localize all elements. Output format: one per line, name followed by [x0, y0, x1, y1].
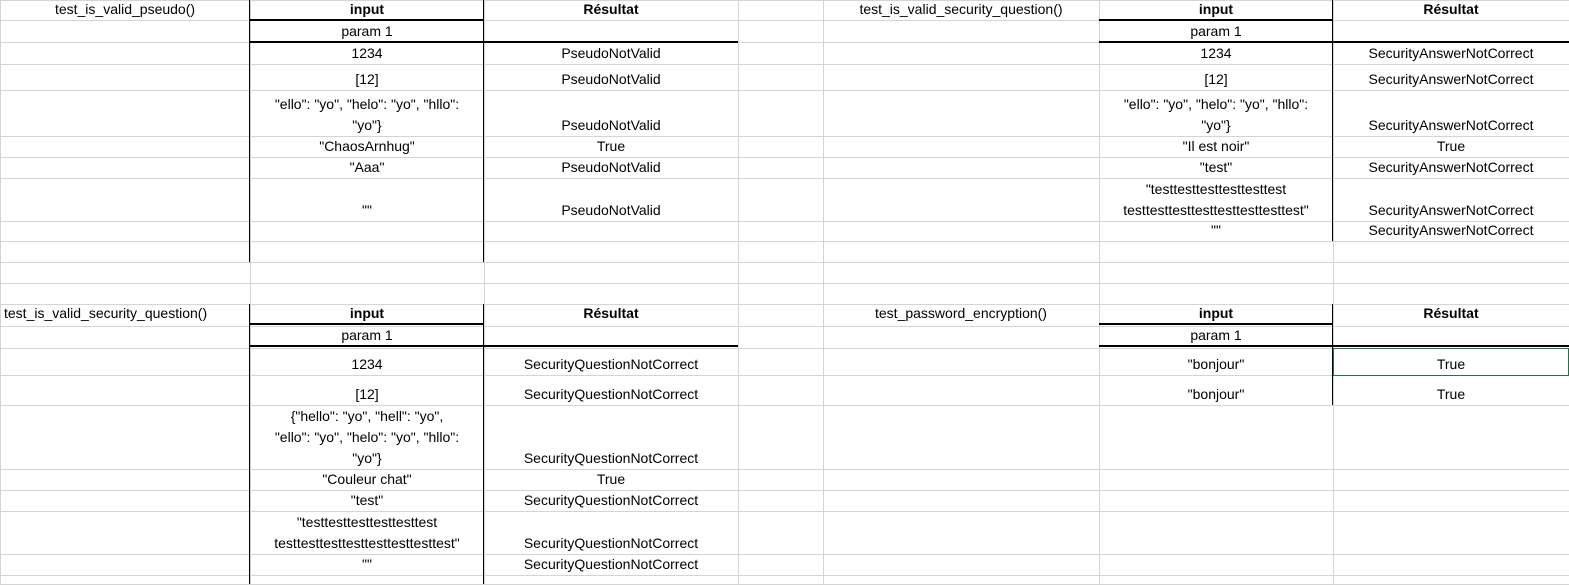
input-line: 1234 [1200, 45, 1232, 61]
input-cell[interactable]: "test" [1099, 157, 1333, 178]
spreadsheet-grid[interactable]: test_is_valid_pseudo() input Résultat param… [0, 0, 1569, 585]
gridline-col [738, 0, 739, 584]
input-cell[interactable]: "ello": "yo", "helo": "yo", "hllo": "yo"} [1099, 90, 1333, 136]
result-cell[interactable]: True [1333, 375, 1569, 405]
result-cell[interactable]: True [1333, 136, 1569, 157]
input-line: "bonjour" [1187, 356, 1245, 372]
result-cell[interactable]: PseudoNotValid [484, 64, 738, 90]
input-cell[interactable]: "testtesttesttesttesttest testtesttesttes… [1099, 178, 1333, 221]
input-cell[interactable]: [12] [1099, 64, 1333, 90]
input-cell[interactable]: "" [250, 178, 484, 221]
header-input[interactable]: input [1099, 0, 1333, 20]
input-cell[interactable]: "Il est noir" [1099, 136, 1333, 157]
result-cell[interactable]: SecurityAnswerNotCorrect [1333, 42, 1569, 64]
result-cell[interactable]: SecurityQuestionNotCorrect [484, 375, 738, 405]
input-line: "testtesttesttesttesttest [1145, 181, 1287, 197]
result-cell[interactable]: PseudoNotValid [484, 178, 738, 221]
table-title[interactable]: test_is_valid_security_question() [0, 304, 254, 324]
gridline-col [823, 0, 824, 584]
input-line: "yo"} [352, 450, 382, 466]
input-cell[interactable]: "" [1099, 221, 1333, 241]
border-header-bottom [250, 19, 484, 21]
input-cell[interactable]: [12] [250, 64, 484, 90]
input-cell[interactable]: "bonjour" [1099, 375, 1333, 405]
border-param-bottom [1099, 345, 1569, 347]
border-header-bottom [1099, 19, 1333, 21]
header-param[interactable]: param 1 [1099, 20, 1333, 42]
table-title[interactable]: test_is_valid_security_question() [823, 0, 1099, 20]
input-line: [12] [1204, 71, 1228, 87]
result-cell[interactable]: SecurityAnswerNotCorrect [1333, 64, 1569, 90]
input-cell[interactable]: [12] [250, 375, 484, 405]
result-cell[interactable]: True [484, 136, 738, 157]
header-input[interactable]: input [1099, 304, 1333, 324]
input-line: "bonjour" [1187, 386, 1245, 402]
input-cell[interactable]: 1234 [1099, 42, 1333, 64]
input-line: "" [362, 202, 372, 218]
input-line: "Couleur chat" [322, 471, 412, 487]
input-line: "ello": "yo", "helo": "yo", "hllo": [1123, 96, 1309, 112]
result-cell[interactable]: SecurityQuestionNotCorrect [484, 490, 738, 511]
header-result[interactable]: Résultat [1333, 0, 1569, 20]
input-cell[interactable]: "ChaosArnhug" [250, 136, 484, 157]
header-param[interactable]: param 1 [250, 20, 484, 42]
result-cell[interactable]: PseudoNotValid [484, 90, 738, 136]
input-line: "Aaa" [349, 159, 385, 175]
input-cell[interactable]: 1234 [250, 42, 484, 64]
gridline-col [0, 0, 1, 584]
input-cell[interactable]: {"hello": "yo", "hell": "yo", "ello": "yo… [250, 405, 484, 469]
input-cell[interactable]: "Aaa" [250, 157, 484, 178]
result-cell[interactable]: SecurityAnswerNotCorrect [1333, 157, 1569, 178]
table-title[interactable]: test_password_encryption() [823, 304, 1099, 324]
input-cell[interactable]: "" [250, 554, 484, 575]
table-title[interactable]: test_is_valid_pseudo() [0, 0, 250, 20]
result-cell[interactable]: SecurityQuestionNotCorrect [484, 554, 738, 575]
input-line: "ello": "yo", "helo": "yo", "hllo": [274, 429, 460, 445]
input-line: 1234 [351, 356, 383, 372]
selected-cell-outline [1333, 348, 1569, 376]
input-line: "ello": "yo", "helo": "yo", "hllo": [274, 96, 460, 112]
result-cell[interactable]: PseudoNotValid [484, 157, 738, 178]
border-header-bottom [1099, 323, 1333, 325]
header-result[interactable]: Résultat [1333, 304, 1569, 324]
input-line: "Il est noir" [1182, 138, 1250, 154]
border-header-bottom [250, 323, 484, 325]
header-result[interactable]: Résultat [484, 304, 738, 324]
input-line: 1234 [351, 45, 383, 61]
header-input[interactable]: input [250, 304, 484, 324]
input-line: testtesttesttesttesttesttesttest" [1123, 202, 1309, 218]
result-cell[interactable]: SecurityQuestionNotCorrect [484, 348, 738, 375]
input-cell[interactable]: 1234 [250, 348, 484, 375]
header-param[interactable]: param 1 [250, 324, 484, 346]
input-line: testtesttesttesttesttesttesttest" [274, 535, 460, 551]
result-cell[interactable]: PseudoNotValid [484, 42, 738, 64]
header-result[interactable]: Résultat [484, 0, 738, 20]
result-cell[interactable]: SecurityAnswerNotCorrect [1333, 178, 1569, 221]
input-line: "yo"} [352, 117, 382, 133]
input-cell[interactable]: "bonjour" [1099, 348, 1333, 375]
input-cell[interactable]: "ello": "yo", "helo": "yo", "hllo": "yo"} [250, 90, 484, 136]
input-line: "test" [1199, 159, 1233, 175]
result-cell[interactable]: SecurityAnswerNotCorrect [1333, 221, 1569, 241]
result-cell[interactable]: SecurityQuestionNotCorrect [484, 511, 738, 554]
border-param-bottom [250, 345, 738, 347]
input-line: "testtesttesttesttesttest [296, 514, 438, 530]
input-cell[interactable]: "Couleur chat" [250, 469, 484, 490]
input-line: "ChaosArnhug" [319, 138, 415, 154]
input-cell[interactable]: "testtesttesttesttesttest testtesttesttes… [250, 511, 484, 554]
input-cell[interactable]: "test" [250, 490, 484, 511]
input-line: "" [1211, 222, 1221, 238]
input-line: "" [362, 556, 372, 572]
input-line: [12] [355, 386, 379, 402]
input-line: "yo"} [1201, 117, 1231, 133]
input-line: [12] [355, 71, 379, 87]
input-line: {"hello": "yo", "hell": "yo", [290, 408, 444, 424]
header-param[interactable]: param 1 [1099, 324, 1333, 346]
input-line: "test" [350, 492, 384, 508]
result-cell[interactable]: True [484, 469, 738, 490]
header-input[interactable]: input [250, 0, 484, 20]
result-cell[interactable]: SecurityAnswerNotCorrect [1333, 90, 1569, 136]
result-cell[interactable]: SecurityQuestionNotCorrect [484, 405, 738, 469]
